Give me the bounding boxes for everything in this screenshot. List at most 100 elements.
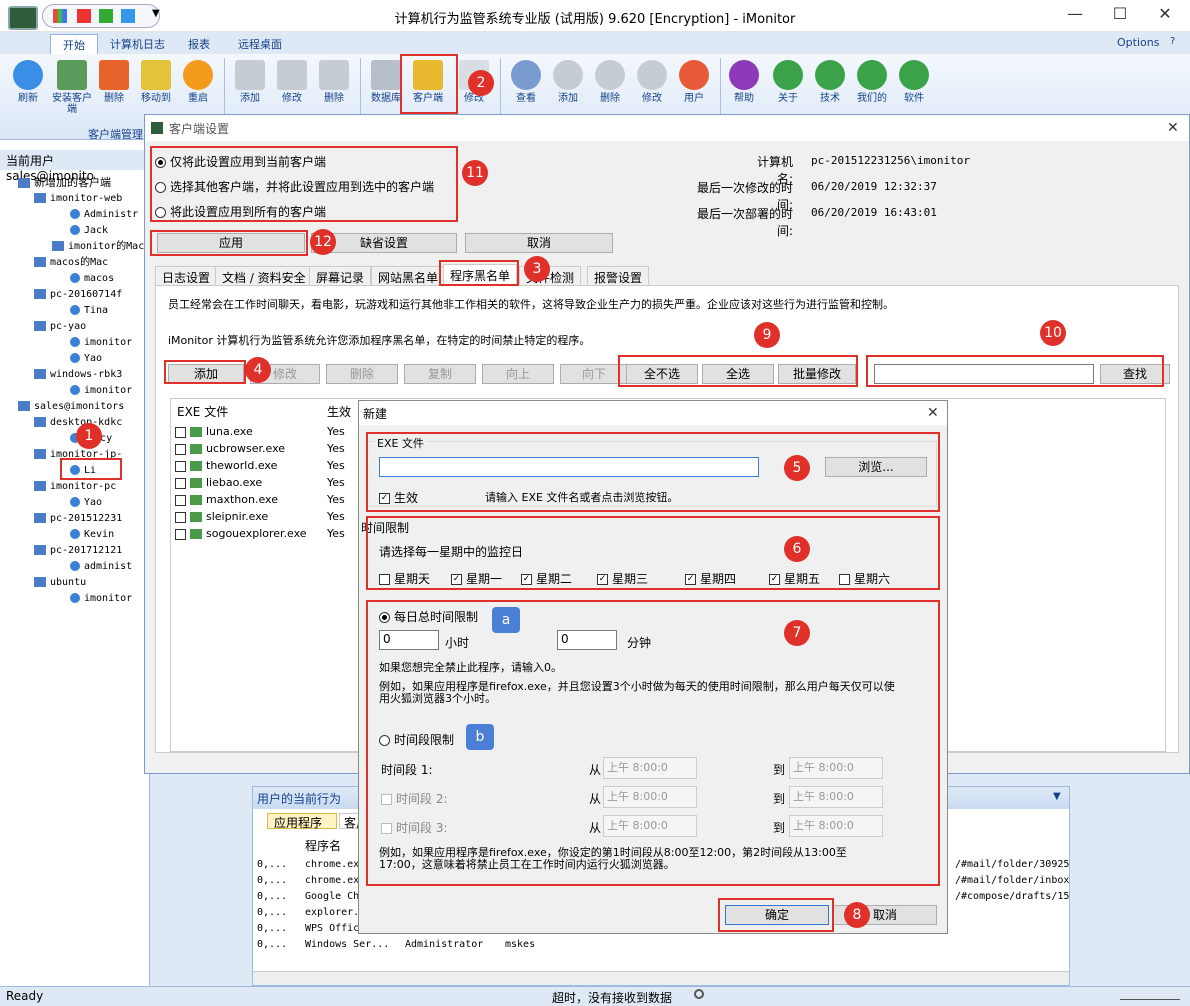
- tree-user[interactable]: administ: [70, 560, 132, 574]
- minimize-icon[interactable]: —: [1055, 4, 1095, 28]
- column-exe[interactable]: EXE 文件: [177, 403, 228, 420]
- close-icon[interactable]: ✕: [927, 405, 939, 421]
- delete-button[interactable]: 删除: [326, 364, 398, 384]
- help-button[interactable]: 帮助: [722, 60, 766, 104]
- computer-icon: [34, 289, 46, 299]
- column-active[interactable]: 生效: [327, 403, 351, 420]
- tree-computer[interactable]: pc-yao: [34, 320, 86, 334]
- column-program-name[interactable]: 程序名: [305, 837, 341, 854]
- tab-website-blacklist[interactable]: 网站黑名单: [371, 266, 446, 286]
- tree-computer[interactable]: ubuntu: [34, 576, 86, 590]
- help-icon[interactable]: ?: [1170, 36, 1175, 47]
- last-deployed-label: 最后一次部署的时间:: [696, 207, 793, 238]
- tree-user[interactable]: imonitor: [70, 592, 132, 606]
- support-button[interactable]: 技术: [808, 60, 852, 104]
- delete-client-button[interactable]: 删除: [92, 60, 136, 104]
- tree-user[interactable]: Yao: [70, 352, 102, 366]
- table-row[interactable]: theworld.exe Yes: [175, 457, 375, 474]
- about-button[interactable]: 关于: [766, 60, 810, 104]
- move-to-button[interactable]: 移动到: [134, 60, 178, 104]
- user-log-button[interactable]: 用户: [672, 60, 716, 104]
- tree-computer[interactable]: pc-201712121: [34, 544, 122, 558]
- tree-computer[interactable]: imonitor-pc: [34, 480, 116, 494]
- table-row[interactable]: ucbrowser.exe Yes: [175, 440, 375, 457]
- about-icon: [773, 60, 803, 90]
- row-checkbox[interactable]: [175, 511, 186, 523]
- install-client-button[interactable]: 安装客户端: [50, 60, 94, 115]
- delete-user-button[interactable]: 删除: [588, 60, 632, 104]
- user-icon: [70, 593, 80, 603]
- table-row[interactable]: luna.exe Yes: [175, 423, 375, 440]
- tree-group-new[interactable]: 新增加的客户端: [18, 176, 111, 190]
- table-row[interactable]: liebao.exe Yes: [175, 474, 375, 491]
- pc-name-value: pc-201512231256\imonitor: [811, 154, 970, 167]
- tree-computer[interactable]: windows-rbk3: [34, 368, 122, 382]
- horizontal-scrollbar[interactable]: [253, 971, 1069, 985]
- tab-start[interactable]: 开始: [50, 34, 98, 54]
- tab-remote-desktop[interactable]: 远程桌面: [226, 34, 294, 54]
- maximize-icon[interactable]: ☐: [1100, 4, 1140, 28]
- list-item[interactable]: 0,... Windows Ser... Administrator mskes: [257, 937, 1067, 953]
- close-icon[interactable]: ✕: [1145, 4, 1185, 28]
- row-checkbox[interactable]: [175, 460, 186, 472]
- move-up-button[interactable]: 向上: [482, 364, 554, 384]
- refresh-button[interactable]: 刷新: [6, 60, 50, 104]
- tab-applications[interactable]: 应用程序: [267, 813, 337, 830]
- tree-computer[interactable]: pc-201512231: [34, 512, 122, 526]
- chevron-down-icon[interactable]: ▼: [1053, 791, 1061, 802]
- modify-user-button[interactable]: 修改: [630, 60, 674, 104]
- status-bar: Ready 超时，没有接收到数据: [0, 986, 1190, 1006]
- tab-alert-settings[interactable]: 报警设置: [587, 266, 650, 286]
- tree-computer[interactable]: imonitor的Mac: [52, 240, 144, 254]
- window-title: 计算机行为监管系统专业版 (试用版) 9.620 [Encryption] - …: [394, 12, 796, 27]
- tab-screen-recording[interactable]: 屏幕记录: [309, 266, 372, 286]
- tree-user[interactable]: Kevin: [70, 528, 114, 542]
- table-row[interactable]: maxthon.exe Yes: [175, 491, 375, 508]
- install-icon: [57, 60, 87, 90]
- tab-log-settings[interactable]: 日志设置: [155, 266, 218, 286]
- computer-icon: [34, 193, 46, 203]
- tree-group-sales[interactable]: sales@imonitors: [18, 400, 124, 414]
- view-users-button[interactable]: 查看: [504, 60, 548, 104]
- tree-user[interactable]: Yao: [70, 496, 102, 510]
- tree-user[interactable]: Administr: [70, 208, 138, 222]
- row-checkbox[interactable]: [175, 494, 186, 506]
- zoom-icon[interactable]: [694, 989, 704, 999]
- table-row[interactable]: sogouexplorer.exe Yes: [175, 525, 375, 542]
- tab-document-security[interactable]: 文档 / 资料安全: [215, 266, 313, 286]
- highlight-add-button: [164, 360, 246, 384]
- tree-user[interactable]: imonitor: [70, 384, 132, 398]
- tree-user[interactable]: imonitor: [70, 336, 132, 350]
- row-checkbox[interactable]: [175, 426, 186, 438]
- exe-icon: [190, 444, 202, 454]
- tree-computer[interactable]: macos的Mac: [34, 256, 108, 270]
- tree-computer[interactable]: pc-20160714f: [34, 288, 122, 302]
- row-checkbox[interactable]: [175, 443, 186, 455]
- website-button[interactable]: 我们的: [850, 60, 894, 104]
- buy-button[interactable]: 软件: [892, 60, 936, 104]
- step-badge-5: 5: [784, 455, 810, 481]
- current-user-header: 当前用户 sales@imonito: [0, 150, 150, 183]
- tab-reports[interactable]: 报表: [176, 34, 222, 54]
- zoom-slider[interactable]: [1120, 990, 1180, 1000]
- close-icon[interactable]: ✕: [1167, 120, 1179, 136]
- tree-computer[interactable]: imonitor-web: [34, 192, 122, 206]
- options-menu[interactable]: Options: [1105, 34, 1171, 54]
- copy-button[interactable]: 复制: [404, 364, 476, 384]
- user-icon: [70, 385, 80, 395]
- row-checkbox[interactable]: [175, 528, 186, 540]
- add-button[interactable]: 添加: [228, 60, 272, 104]
- row-checkbox[interactable]: [175, 477, 186, 489]
- modify-button[interactable]: 修改: [270, 60, 314, 104]
- tree-user[interactable]: Jack: [70, 224, 108, 238]
- tree-user[interactable]: Tina: [70, 304, 108, 318]
- step-badge-8: 8: [844, 902, 870, 928]
- restart-button[interactable]: 重启: [176, 60, 220, 104]
- tab-computer-log[interactable]: 计算机日志: [98, 34, 177, 54]
- table-row[interactable]: sleipnir.exe Yes: [175, 508, 375, 525]
- remove-button[interactable]: 删除: [312, 60, 356, 104]
- add-user-button[interactable]: 添加: [546, 60, 590, 104]
- tree-user[interactable]: macos: [70, 272, 114, 286]
- user-icon: [70, 225, 80, 235]
- cancel-button[interactable]: 取消: [465, 233, 613, 253]
